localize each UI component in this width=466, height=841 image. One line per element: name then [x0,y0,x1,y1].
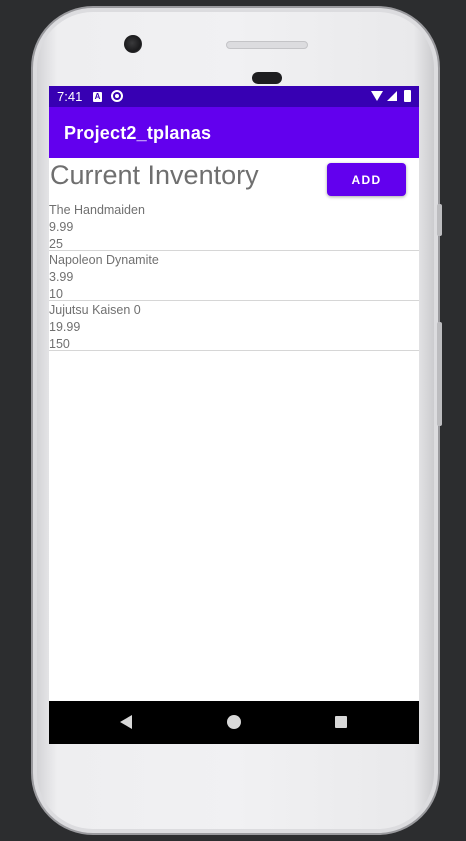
item-name: Napoleon Dynamite [49,253,159,267]
front-camera [124,35,142,53]
app-title: Project2_tplanas [64,123,212,143]
list-item[interactable]: Jujutsu Kaisen 0 19.99 150 [49,301,419,351]
item-price: 9.99 [49,220,74,234]
notification-a-icon: A [93,92,102,102]
status-bar: 7:41 A [49,86,419,107]
navigation-bar [49,701,419,744]
sync-icon [111,90,123,102]
list-item[interactable]: The Handmaiden 9.99 25 [49,201,419,251]
app-screen: 7:41 A Project2_tplanas Current Inventor… [49,86,419,744]
battery-icon [404,90,411,102]
item-quantity: 25 [49,237,63,251]
volume-button [437,322,442,426]
item-name: The Handmaiden [49,203,145,217]
earpiece [252,72,282,84]
list-item[interactable]: Napoleon Dynamite 3.99 10 [49,251,419,301]
item-quantity: 150 [49,337,70,351]
item-quantity: 10 [49,287,63,301]
wifi-icon [371,91,383,101]
item-name: Jujutsu Kaisen 0 [49,303,141,317]
speaker-grille [226,41,308,49]
home-icon[interactable] [227,715,241,729]
power-button [437,204,442,236]
item-price: 19.99 [49,320,81,334]
add-button[interactable]: ADD [327,163,406,196]
back-icon[interactable] [120,715,132,729]
page-heading: Current Inventory [50,160,259,190]
app-bar: Project2_tplanas [49,107,419,158]
inventory-list: The Handmaiden 9.99 25 Napoleon Dynamite… [49,201,419,351]
status-time: 7:41 [57,89,83,104]
signal-icon [387,91,397,101]
recents-icon[interactable] [335,716,347,728]
item-price: 3.99 [49,270,74,284]
